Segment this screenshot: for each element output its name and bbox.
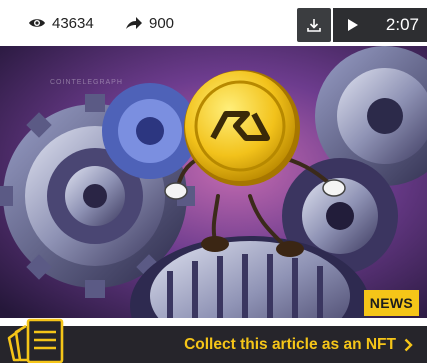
- article-hero-image[interactable]: [0, 46, 427, 318]
- eye-icon: [29, 19, 45, 27]
- play-icon[interactable]: [347, 18, 359, 32]
- download-button[interactable]: [297, 8, 331, 42]
- news-badge: NEWS: [363, 290, 419, 316]
- hero-illustration: [0, 46, 427, 318]
- nft-cta-link[interactable]: Collect this article as an NFT: [184, 326, 413, 363]
- shares-count: 900: [125, 0, 174, 46]
- nft-cta-label: Collect this article as an NFT: [184, 335, 396, 353]
- duration-label: 2:07: [385, 15, 419, 34]
- gold-coin: [184, 70, 300, 186]
- share-arrow-icon: [126, 17, 142, 29]
- views-value: 43634: [52, 14, 94, 32]
- audio-player[interactable]: 2:07: [333, 8, 427, 42]
- chevron-right-icon: [404, 338, 413, 351]
- shares-value: 900: [149, 14, 175, 32]
- views-count: 43634: [28, 0, 94, 46]
- download-icon: [307, 19, 321, 32]
- top-bar: 43634 900 2:07: [0, 0, 427, 46]
- hero-watermark: COINTELEGRAPH: [50, 79, 123, 86]
- nft-cards-icon: [7, 318, 64, 363]
- gear-blue: [102, 83, 198, 179]
